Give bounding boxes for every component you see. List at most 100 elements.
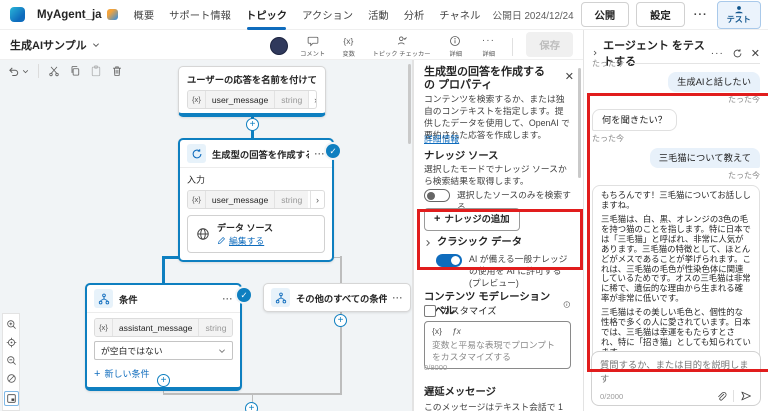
node-title: 条件 [119, 294, 138, 305]
variable-type: string [274, 91, 309, 108]
topic-checker-label: トピック チェッカー [372, 50, 431, 58]
save-button[interactable]: 保存 [526, 31, 573, 57]
add-node-button[interactable]: + [246, 118, 259, 131]
tab-topics[interactable]: トピック [246, 0, 287, 30]
edit-datasource-link[interactable]: 編集する [217, 234, 273, 247]
details-button[interactable]: 詳細 [444, 35, 466, 58]
chevron-right-icon [426, 239, 430, 246]
reset-zoom-button[interactable] [6, 373, 17, 384]
variables-button[interactable]: {x} 変数 [337, 35, 359, 58]
node-more-icon[interactable]: ··· [393, 293, 404, 303]
topic-name-dropdown[interactable]: 生成AIサンプル [10, 37, 100, 53]
datasource-box[interactable]: データ ソース 編集する [187, 215, 325, 253]
edit-link-label: 編集する [229, 236, 265, 246]
paste-button[interactable] [90, 65, 102, 77]
learn-more-link[interactable]: 詳細情報 [424, 134, 571, 146]
publish-button[interactable]: 公開 [580, 2, 630, 27]
classic-data-section[interactable]: クラシック データ [424, 236, 571, 250]
test-button[interactable]: テスト [716, 0, 761, 29]
topic-checker-button[interactable]: トピック チェッカー [370, 35, 433, 58]
chevron-right-icon[interactable]: › [232, 319, 233, 336]
customize-checkbox-row[interactable]: カスタマイズ [424, 305, 571, 318]
more-tools-button[interactable]: ··· 詳細 [477, 35, 499, 58]
settings-button[interactable]: 設定 [636, 2, 685, 27]
close-properties-button[interactable]: ✕ [565, 70, 574, 85]
node-save-variable[interactable]: ユーザーの応答を名前を付けて保存 {x} user_message string… [178, 66, 326, 117]
connector-line [340, 256, 342, 284]
message-paragraph: もちろんです！三毛猫についてお話ししますね。 [601, 190, 751, 211]
tab-channels[interactable]: チャネル [439, 0, 480, 30]
tab-analytics[interactable]: 分析 [404, 0, 425, 30]
tab-support[interactable]: サポート情報 [169, 0, 231, 30]
add-node-button[interactable]: + [157, 374, 170, 387]
chat-input[interactable]: 質問するか、または目的を説明します 0/2000 [591, 351, 761, 406]
chevron-right-icon[interactable]: › [310, 191, 324, 208]
properties-scrollbar[interactable] [578, 68, 581, 178]
minimap-button[interactable] [3, 391, 19, 406]
paperclip-icon[interactable] [716, 391, 727, 402]
zoom-in-button[interactable] [6, 319, 17, 330]
variable-chip[interactable]: {x} user_message string › [187, 90, 317, 109]
variable-name: assistant_message [112, 319, 199, 336]
formula-icon[interactable]: ƒx [452, 326, 461, 337]
condition-operator-select[interactable]: が空白ではない [94, 341, 233, 360]
classic-data-heading: クラシック データ [437, 237, 523, 248]
node-all-other-conditions[interactable]: その他のすべての条件 ··· [263, 283, 411, 312]
connector-line [251, 394, 254, 402]
more-tools-label: 詳細 [482, 50, 495, 58]
message-paragraph: 三毛猫は、白、黒、オレンジの3色の毛を持つ猫のことを指します。特に日本では「三毛… [601, 214, 751, 304]
divider [512, 37, 514, 56]
presence-avatar[interactable] [270, 36, 289, 55]
node-more-icon[interactable]: ··· [315, 149, 326, 159]
chevron-right-icon[interactable]: › [308, 91, 316, 108]
general-knowledge-toggle[interactable] [436, 254, 462, 267]
divider [733, 390, 734, 402]
chat-message-bot: 何を聞きたい？ [592, 109, 678, 132]
add-knowledge-button[interactable]: + ナレッジの追加 [424, 208, 520, 231]
comment-button[interactable]: コメント [299, 35, 326, 58]
customize-checkbox[interactable] [424, 305, 436, 318]
add-node-button[interactable]: + [334, 314, 347, 327]
send-icon[interactable] [740, 390, 752, 402]
canvas-scrollbar[interactable] [408, 64, 411, 144]
copy-button[interactable] [69, 65, 81, 77]
authoring-canvas[interactable]: + + + + ユーザーの応答を名前を付けて保存 {x} user_messag… [0, 60, 413, 411]
chat-message-bot-long: もちろんです！三毛猫についてお話ししますね。 三毛猫は、白、黒、オレンジの3色の… [592, 185, 760, 373]
connector-line [162, 256, 165, 284]
comment-icon [307, 35, 319, 47]
node-title: 生成型の回答を作成する [212, 149, 309, 160]
zoom-out-button[interactable] [6, 355, 17, 366]
chevron-down-icon [92, 41, 100, 49]
delete-button[interactable] [111, 65, 123, 77]
prompt-placeholder: 変数と平易な表現でプロンプトをカスタマイズする [432, 340, 555, 363]
knowledge-description: 選択したモードでナレッジ ソースから検索結果を取得します。 [424, 164, 567, 186]
variable-type: string [274, 191, 309, 208]
center-canvas-button[interactable] [6, 337, 17, 348]
customize-label: カスタマイズ [441, 306, 497, 316]
node-generative-answers[interactable]: ✓ 生成型の回答を作成する ··· 入力 {x} user_message st… [178, 138, 340, 262]
appbar-more-icon[interactable]: ··· [692, 9, 710, 21]
topic-name: 生成AIサンプル [10, 39, 87, 52]
chat-transcript[interactable]: たった今 生成AIと話したい たった今 何を聞きたい？ たった今 三毛猫について… [584, 54, 768, 373]
node-more-icon[interactable]: ··· [223, 294, 234, 304]
undo-button[interactable] [7, 65, 29, 78]
variables-icon[interactable]: {x} [432, 326, 442, 337]
prompt-input[interactable]: {x} ƒx 変数と平易な表現でプロンプトをカスタマイズする [424, 321, 571, 370]
variable-chip[interactable]: {x} user_message string › [187, 190, 325, 209]
general-knowledge-toggle-label: AI が備える一般ナレッジの使用を AI に許可する (プレビュー) [469, 254, 568, 288]
search-only-toggle[interactable] [424, 189, 450, 202]
add-node-button[interactable]: + [245, 402, 258, 411]
comment-label: コメント [300, 50, 326, 58]
variable-name: user_message [205, 91, 275, 108]
tab-overview[interactable]: 概要 [134, 0, 155, 30]
cut-button[interactable] [48, 65, 60, 77]
agent-name: MyAgent_ja [37, 8, 102, 21]
nav-tabs: 概要 サポート情報 トピック アクション 活動 分析 チャネル [134, 0, 480, 30]
topic-checker-icon [396, 35, 408, 47]
tab-actions[interactable]: アクション [302, 0, 353, 30]
variable-chip[interactable]: {x} assistant_message string › [94, 318, 233, 337]
tab-activity[interactable]: 活動 [368, 0, 389, 30]
variable-icon: {x} [95, 319, 113, 336]
condition-branch-icon [271, 288, 290, 307]
condition-branch-icon [94, 289, 113, 308]
